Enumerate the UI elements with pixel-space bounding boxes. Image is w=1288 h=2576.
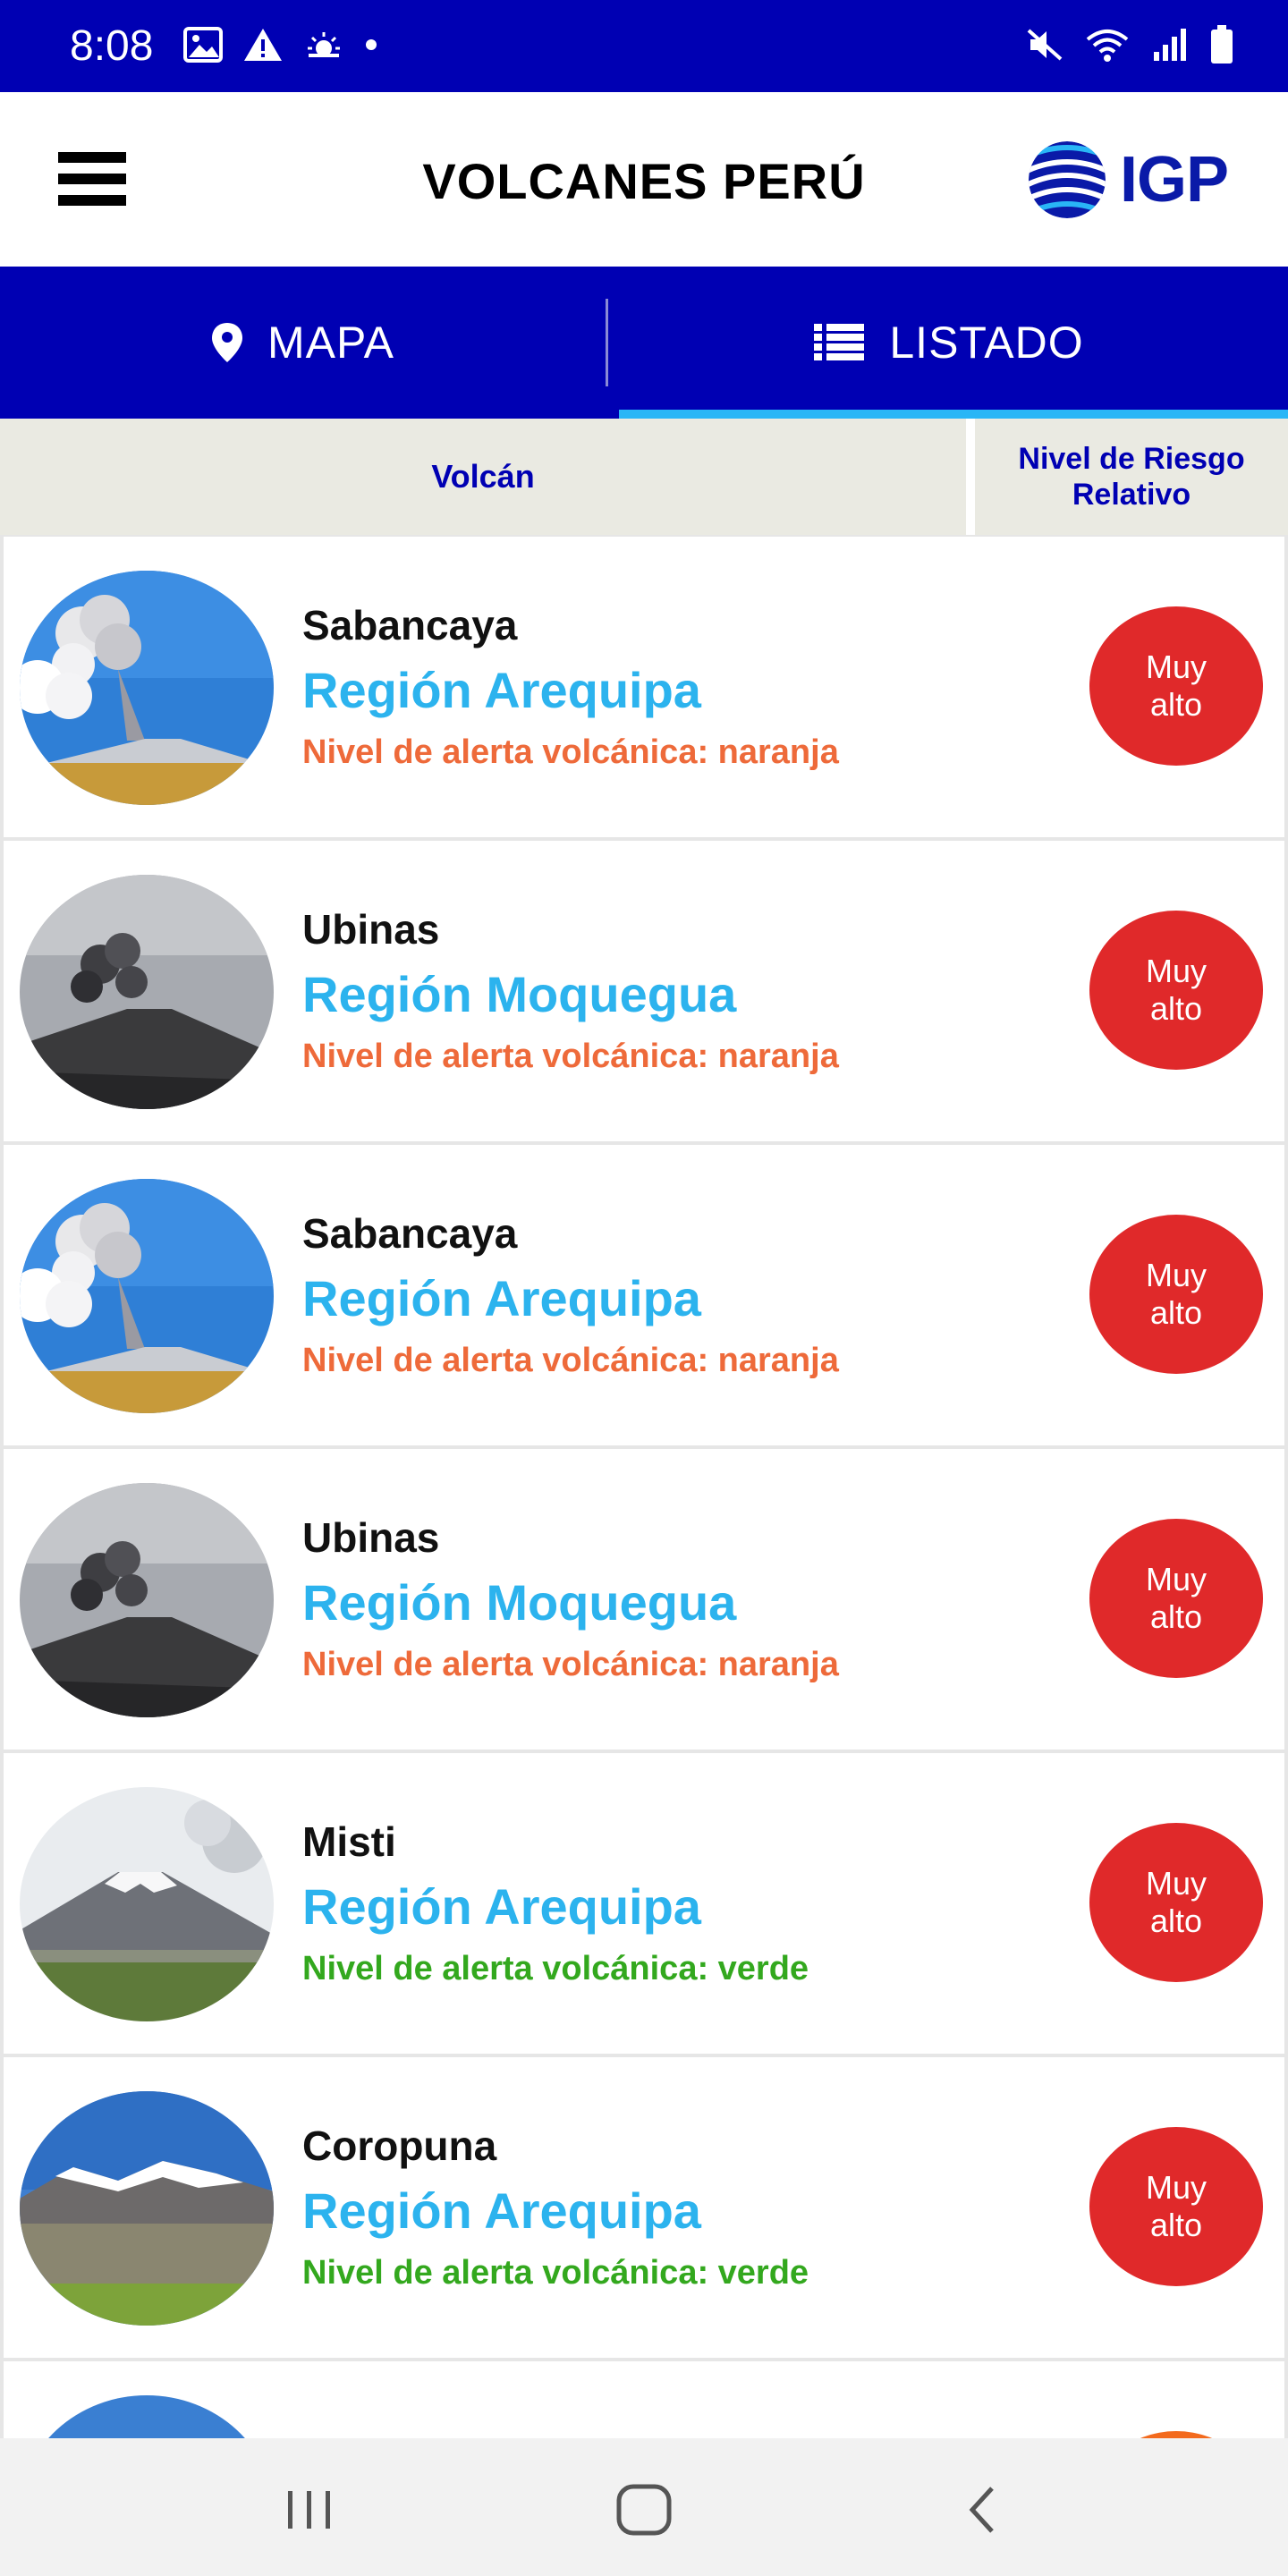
wifi-icon xyxy=(1084,27,1131,67)
column-header: Volcán Nivel de Riesgo Relativo xyxy=(0,419,1288,535)
warning-icon xyxy=(242,27,284,67)
column-risk-line1: Nivel de Riesgo xyxy=(1018,442,1245,476)
volcano-alert: Nivel de alerta volcánica: naranja xyxy=(302,733,839,771)
risk-line2: alto xyxy=(1149,1294,1203,1331)
volcano-row[interactable] xyxy=(4,2361,1284,2438)
volcano-region: Región Arequipa xyxy=(302,1270,701,1326)
risk-line1: Muy xyxy=(1145,1561,1207,1597)
column-separator xyxy=(966,419,975,535)
volcano-row[interactable]: Sabancaya Región Arequipa Nivel de alert… xyxy=(4,1145,1284,1445)
risk-badge: Muy alto xyxy=(1089,911,1263,1070)
volcano-name: Ubinas xyxy=(302,1514,440,1561)
mute-icon xyxy=(1025,27,1064,67)
risk-badge: Muy alto xyxy=(1089,1519,1263,1678)
volcano-region: Región Moquegua xyxy=(302,1574,737,1631)
logo-text: IGP xyxy=(1120,144,1229,216)
risk-line2: alto xyxy=(1149,1598,1203,1635)
volcano-region: Región Arequipa xyxy=(302,1878,701,1935)
risk-line1: Muy xyxy=(1145,2169,1207,2206)
volcano-region: Región Arequipa xyxy=(302,2182,701,2239)
risk-line2: alto xyxy=(1149,990,1203,1027)
volcano-list[interactable]: Sabancaya Región Arequipa Nivel de alert… xyxy=(0,535,1288,2438)
igp-logo: IGP xyxy=(1027,139,1250,221)
tab-listado[interactable]: LISTADO xyxy=(610,267,1288,419)
status-right-icons xyxy=(1025,23,1234,70)
active-tab-indicator xyxy=(619,410,1288,419)
misti-photo xyxy=(20,1787,274,2021)
sabancaya-photo xyxy=(20,1179,274,1413)
tab-divider xyxy=(606,299,608,386)
volcano-row[interactable]: Ubinas Región Moquegua Nivel de alerta v… xyxy=(4,1449,1284,1750)
risk-line2: alto xyxy=(1149,2207,1203,2243)
dot-icon xyxy=(364,38,378,56)
status-bar: 8:08 xyxy=(0,0,1288,92)
risk-line1: Muy xyxy=(1145,1257,1207,1293)
volcano-name: Misti xyxy=(302,1818,396,1865)
volcano-alert: Nivel de alerta volcánica: naranja xyxy=(302,1646,839,1683)
risk-badge xyxy=(1089,2431,1263,2438)
volcano-row[interactable]: Misti Región Arequipa Nivel de alerta vo… xyxy=(4,1753,1284,2054)
recent-apps-icon[interactable] xyxy=(256,2474,363,2546)
volcano-alert: Nivel de alerta volcánica: naranja xyxy=(302,1038,839,1075)
volcano-row[interactable]: Sabancaya Región Arequipa Nivel de alert… xyxy=(4,537,1284,837)
risk-line1: Muy xyxy=(1145,1865,1207,1902)
volcano-alert: Nivel de alerta volcánica: verde xyxy=(302,2254,809,2292)
status-left-icons xyxy=(183,23,378,70)
risk-line2: alto xyxy=(1149,1902,1203,1939)
battery-icon xyxy=(1209,24,1234,69)
ubinas-photo xyxy=(20,1483,274,1717)
volcano-alert: Nivel de alerta volcánica: verde xyxy=(302,1950,809,1987)
tab-listado-label: LISTADO xyxy=(889,318,1084,368)
system-nav-bar xyxy=(0,2438,1288,2576)
tab-mapa[interactable]: MAPA xyxy=(0,267,606,419)
volcano-region: Región Moquegua xyxy=(302,966,737,1022)
volcano-region: Región Arequipa xyxy=(302,662,701,718)
risk-line2: alto xyxy=(1149,686,1203,723)
risk-badge: Muy alto xyxy=(1089,1823,1263,1982)
igp-logo-icon xyxy=(1029,141,1106,218)
volcano-name: Sabancaya xyxy=(302,602,518,648)
sabancaya-photo xyxy=(20,571,274,805)
volcano-name: Ubinas xyxy=(302,906,440,953)
volcano-alert: Nivel de alerta volcánica: naranja xyxy=(302,1342,839,1379)
volcano-name: Coropuna xyxy=(302,2123,497,2169)
signal-icon xyxy=(1150,27,1190,67)
volcano-row[interactable]: Coropuna Región Arequipa Nivel de alerta… xyxy=(4,2057,1284,2358)
coropuna-photo xyxy=(20,2091,274,2326)
home-icon[interactable] xyxy=(590,2474,698,2546)
column-volcan: Volcán xyxy=(431,458,535,495)
tab-bar: MAPA LISTADO xyxy=(0,267,1288,419)
volcano-photo xyxy=(20,2395,274,2438)
volcano-row[interactable]: Ubinas Región Moquegua Nivel de alerta v… xyxy=(4,841,1284,1141)
map-pin-icon xyxy=(212,323,242,362)
column-risk-line2: Relativo xyxy=(1072,478,1191,512)
list-icon xyxy=(814,324,865,360)
risk-line1: Muy xyxy=(1145,953,1207,989)
status-time: 8:08 xyxy=(70,22,154,70)
risk-badge: Muy alto xyxy=(1089,606,1263,766)
risk-badge: Muy alto xyxy=(1089,1215,1263,1374)
weather-icon xyxy=(303,27,344,67)
back-icon[interactable] xyxy=(928,2474,1036,2546)
image-icon xyxy=(183,26,223,67)
app-header: VOLCANES PERÚ IGP xyxy=(0,92,1288,267)
volcano-name: Sabancaya xyxy=(302,1210,518,1257)
risk-badge: Muy alto xyxy=(1089,2127,1263,2286)
ubinas-photo xyxy=(20,875,274,1109)
column-risk: Nivel de Riesgo Relativo xyxy=(975,419,1288,535)
risk-line1: Muy xyxy=(1145,648,1207,685)
tab-mapa-label: MAPA xyxy=(267,318,394,368)
